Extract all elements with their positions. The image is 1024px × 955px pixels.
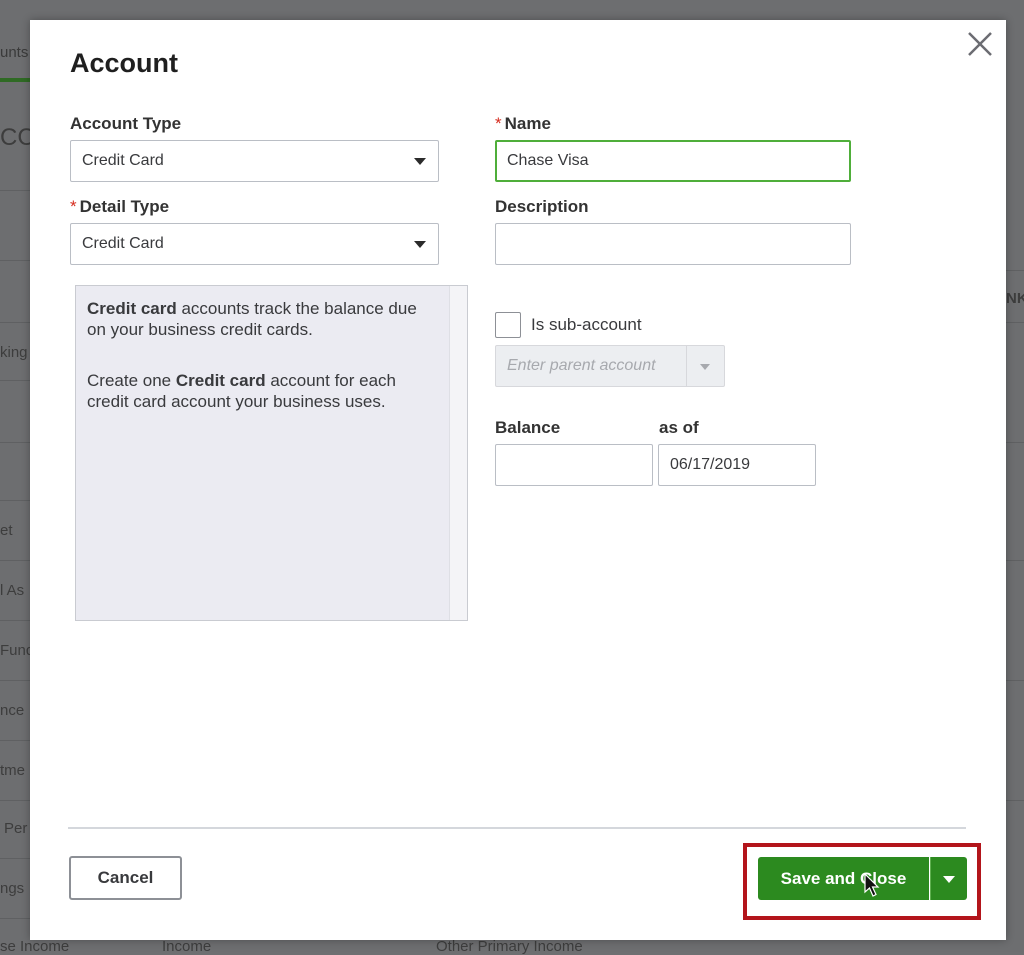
bg-divider <box>1004 270 1024 271</box>
as-of-label: as of <box>659 418 699 437</box>
bg-divider <box>0 620 30 621</box>
detail-type-value: Credit Card <box>82 235 164 252</box>
bg-divider <box>1004 442 1024 443</box>
description-input[interactable] <box>495 223 851 265</box>
bg-divider <box>1004 560 1024 561</box>
info-scrollbar[interactable] <box>449 286 467 620</box>
name-input[interactable]: Chase Visa <box>495 140 851 182</box>
detail-type-description-box: Credit card accounts track the balance d… <box>75 285 468 621</box>
close-button[interactable] <box>964 28 996 60</box>
parent-account-select[interactable]: Enter parent account <box>495 345 725 387</box>
bg-tab-accounts: unts <box>0 40 30 80</box>
info-paragraph-2: Create one Credit card account for each … <box>87 370 437 412</box>
caret-down-icon <box>700 364 710 370</box>
account-type-value: Credit Card <box>82 152 164 169</box>
required-mark: * <box>495 114 502 133</box>
bg-tab-underline <box>0 78 30 82</box>
bg-divider <box>1004 680 1024 681</box>
bg-divider <box>1004 800 1024 801</box>
caret-down-icon <box>414 241 426 248</box>
name-label-text: Name <box>504 114 551 133</box>
info-bold-term: Credit card <box>87 299 177 318</box>
parent-account-placeholder: Enter parent account <box>507 357 656 374</box>
bg-divider <box>0 800 30 801</box>
as-of-date-input[interactable]: 06/17/2019 <box>658 444 816 486</box>
dialog-title: Account <box>70 48 178 78</box>
mouse-cursor-icon <box>864 873 880 897</box>
close-icon <box>968 32 992 56</box>
caret-down-icon <box>943 876 955 883</box>
account-dialog: Account Account Type Credit Card * Name C… <box>30 20 1006 940</box>
bg-cell: Other Primary Income <box>436 938 583 955</box>
footer-divider <box>68 827 966 829</box>
bg-divider <box>0 322 30 323</box>
detail-type-label-text: Detail Type <box>79 197 170 216</box>
bg-tab-label: unts <box>0 44 29 61</box>
bg-divider <box>0 380 30 381</box>
info-bold-term: Credit card <box>175 371 266 390</box>
bg-row-label: tme <box>0 762 26 779</box>
caret-down-icon <box>414 158 426 165</box>
bg-row-label: l As <box>0 582 25 599</box>
info-text: Create one <box>87 371 176 390</box>
bg-row-label: Per <box>4 820 28 837</box>
save-options-dropdown[interactable] <box>930 857 967 900</box>
name-label: * Name <box>495 114 551 134</box>
detail-type-label: * Detail Type <box>70 197 169 217</box>
required-mark: * <box>70 197 77 216</box>
info-paragraph-1: Credit card accounts track the balance d… <box>87 298 437 340</box>
sub-account-checkbox[interactable] <box>495 312 521 338</box>
account-type-label: Account Type <box>70 114 182 133</box>
save-and-close-button[interactable]: Save and Close <box>758 857 929 900</box>
bg-divider <box>0 190 30 191</box>
parent-account-divider <box>686 346 687 386</box>
bg-row-label: nce <box>0 702 25 719</box>
bg-row-label: ngs <box>0 880 25 897</box>
bg-row-label: et <box>0 522 13 539</box>
bg-divider <box>0 560 30 561</box>
bg-divider <box>1004 322 1024 323</box>
bg-divider <box>0 500 30 501</box>
bg-divider <box>0 858 30 859</box>
bg-cell: Income <box>162 938 212 955</box>
name-value: Chase Visa <box>507 152 589 169</box>
bg-divider <box>0 260 30 261</box>
bg-divider <box>0 918 30 919</box>
bg-divider <box>0 680 30 681</box>
bg-column-header: NK <box>1006 290 1024 307</box>
bg-row-label: king <box>0 344 28 361</box>
account-type-select[interactable]: Credit Card <box>70 140 439 182</box>
description-label: Description <box>495 197 589 216</box>
balance-input[interactable] <box>495 444 653 486</box>
sub-account-label[interactable]: Is sub-account <box>531 315 642 335</box>
bg-cell: se Income <box>0 938 70 955</box>
bg-divider <box>0 442 30 443</box>
detail-type-select[interactable]: Credit Card <box>70 223 439 265</box>
as-of-date-value: 06/17/2019 <box>670 456 751 473</box>
balance-label: Balance <box>495 418 561 437</box>
cancel-button[interactable]: Cancel <box>69 856 182 900</box>
bg-divider <box>0 740 30 741</box>
